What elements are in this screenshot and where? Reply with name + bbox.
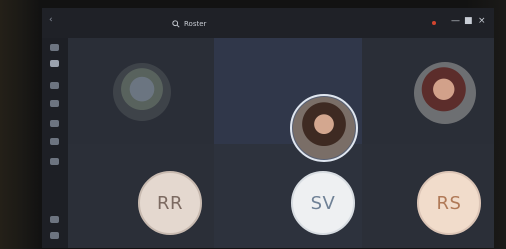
help-icon[interactable]	[50, 232, 59, 239]
activity-icon[interactable]	[50, 44, 59, 51]
calendar-icon[interactable]	[50, 100, 59, 107]
participant-avatar-rs: RS	[417, 171, 481, 235]
back-icon[interactable]: ‹	[49, 15, 53, 25]
search-bar[interactable]: Roster	[172, 17, 252, 31]
title-bar: ‹ Roster — ■ ×	[42, 8, 494, 38]
files-icon[interactable]	[50, 138, 59, 145]
app-rail	[42, 38, 68, 248]
participant-avatar-rr: RR	[138, 171, 202, 235]
participant-photo-2	[290, 94, 358, 162]
participant-avatar-sv: SV	[291, 171, 355, 235]
call-stage: RR SV RS	[68, 38, 494, 248]
participant-photo-1	[113, 63, 171, 121]
close-icon[interactable]: ×	[478, 16, 486, 26]
participant-photo-3	[414, 62, 476, 124]
recording-indicator	[432, 21, 436, 25]
minimize-icon[interactable]: —	[451, 16, 460, 26]
teams-window: ‹ Roster — ■ × RR SV RS	[42, 8, 494, 248]
chat-icon[interactable]	[50, 60, 59, 67]
apps-icon[interactable]	[50, 216, 59, 223]
restore-icon[interactable]: ■	[464, 16, 473, 26]
search-icon	[172, 20, 180, 28]
teams-icon[interactable]	[50, 82, 59, 89]
more-icon[interactable]	[50, 158, 59, 165]
calls-icon[interactable]	[50, 120, 59, 127]
search-label: Roster	[184, 20, 207, 28]
